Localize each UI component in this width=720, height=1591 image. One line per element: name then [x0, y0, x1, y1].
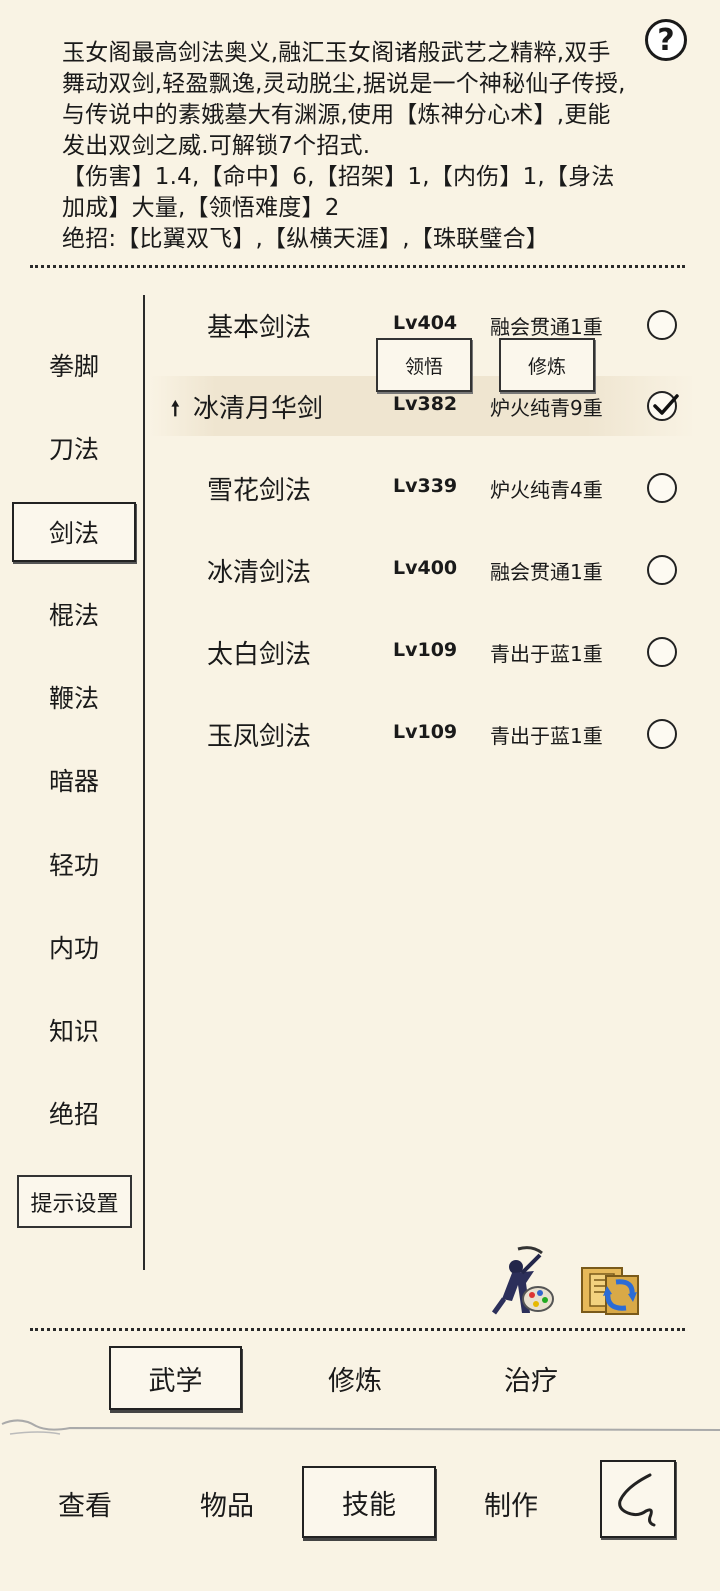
skill-checkbox[interactable]	[647, 719, 677, 749]
sidebar-item-fist[interactable]: 拳脚	[12, 335, 136, 395]
description-line: 【伤害】1.4,【命中】6,【招架】1,【内伤】1,【身法	[62, 164, 615, 190]
sidebar-item-sword[interactable]: 剑法	[12, 502, 136, 562]
skill-checkbox[interactable]	[647, 555, 677, 585]
comprehend-button[interactable]: 领悟	[376, 338, 472, 392]
description-line: 加成】大量,【领悟难度】2	[62, 195, 340, 221]
bottom-nav: 查看 物品 技能 制作	[0, 1436, 720, 1591]
nav-items[interactable]: 物品	[162, 1468, 292, 1538]
skill-row[interactable]: 冰清剑法 Lv400 融会贯通1重	[150, 540, 695, 600]
skill-name: 冰清月华剑	[193, 394, 324, 424]
skill-name: 冰清剑法	[207, 558, 312, 588]
skill-status: 炉火纯青4重	[490, 478, 603, 502]
skill-level: Lv339	[393, 475, 458, 497]
divider	[30, 1328, 685, 1331]
skill-checkbox[interactable]	[647, 310, 677, 340]
skill-status: 青出于蓝1重	[490, 642, 603, 666]
tab-cultivation[interactable]: 修炼	[290, 1346, 420, 1410]
sidebar-item-knowledge[interactable]: 知识	[12, 1000, 136, 1060]
back-icon[interactable]	[600, 1460, 676, 1538]
brush-divider	[1, 1419, 720, 1435]
skill-level: Lv109	[393, 639, 458, 661]
arrow-up-icon: 🠕	[171, 396, 180, 420]
skill-name: 玉凤剑法	[207, 722, 312, 752]
checkmark-icon	[653, 394, 679, 415]
nav-view[interactable]: 查看	[20, 1468, 150, 1538]
question-icon[interactable]: ?	[645, 19, 687, 61]
tab-martial-arts[interactable]: 武学	[109, 1346, 242, 1410]
skill-name: 雪花剑法	[207, 476, 312, 506]
hint-settings-button[interactable]: 提示设置	[17, 1175, 132, 1228]
skill-status: 融会贯通1重	[490, 560, 603, 584]
description-line: 玉女阁最高剑法奥义,融汇玉女阁诸般武艺之精粹,双手	[62, 40, 611, 66]
skill-status: 融会贯通1重	[490, 315, 603, 339]
skill-row[interactable]: 太白剑法 Lv109 青出于蓝1重	[150, 622, 695, 682]
skill-checkbox[interactable]	[647, 391, 679, 421]
skill-level: Lv404	[393, 312, 458, 334]
sidebar-item-staff[interactable]: 棍法	[12, 584, 136, 644]
skill-status: 炉火纯青9重	[490, 396, 603, 420]
nav-skills[interactable]: 技能	[302, 1466, 436, 1538]
sidebar-item-lightness[interactable]: 轻功	[12, 834, 136, 894]
sidebar-item-inner[interactable]: 内功	[12, 917, 136, 977]
description-line: 舞动双剑,轻盈飘逸,灵动脱尘,据说是一个神秘仙子传授,	[62, 71, 626, 97]
sidebar-item-ultimate[interactable]: 绝招	[12, 1083, 136, 1143]
description-line: 发出双剑之威.可解锁7个招式.	[62, 133, 371, 159]
skill-row[interactable]: 玉凤剑法 Lv109 青出于蓝1重	[150, 704, 695, 764]
skill-name: 基本剑法	[207, 313, 312, 343]
sidebar-item-hidden-weapon[interactable]: 暗器	[12, 750, 136, 810]
sidebar-divider	[143, 295, 145, 1270]
description-line: 与传说中的素娥墓大有渊源,使用【炼神分心术】,更能	[62, 102, 611, 128]
nav-crafting[interactable]: 制作	[446, 1468, 576, 1538]
sidebar-item-blade[interactable]: 刀法	[12, 418, 136, 478]
skill-level: Lv400	[393, 557, 458, 579]
skill-level: Lv109	[393, 721, 458, 743]
skill-checkbox[interactable]	[647, 637, 677, 667]
skill-level: Lv382	[393, 393, 458, 415]
skill-name: 太白剑法	[207, 640, 312, 670]
skill-description: 玉女阁最高剑法奥义,融汇玉女阁诸般武艺之精粹,双手 舞动双剑,轻盈飘逸,灵动脱尘…	[62, 38, 674, 252]
skill-status: 青出于蓝1重	[490, 724, 603, 748]
scroll-swap-icon[interactable]	[576, 1262, 646, 1320]
practice-button[interactable]: 修炼	[499, 338, 595, 392]
sidebar-item-whip[interactable]: 鞭法	[12, 667, 136, 727]
description-line: 绝招:【比翼双飞】,【纵横天涯】,【珠联璧合】	[62, 226, 549, 252]
divider	[30, 265, 685, 268]
skill-row[interactable]: 雪花剑法 Lv339 炉火纯青4重	[150, 458, 695, 518]
tab-healing[interactable]: 治疗	[466, 1346, 596, 1410]
skill-checkbox[interactable]	[647, 473, 677, 503]
martial-artist-palette-icon[interactable]	[488, 1243, 556, 1321]
